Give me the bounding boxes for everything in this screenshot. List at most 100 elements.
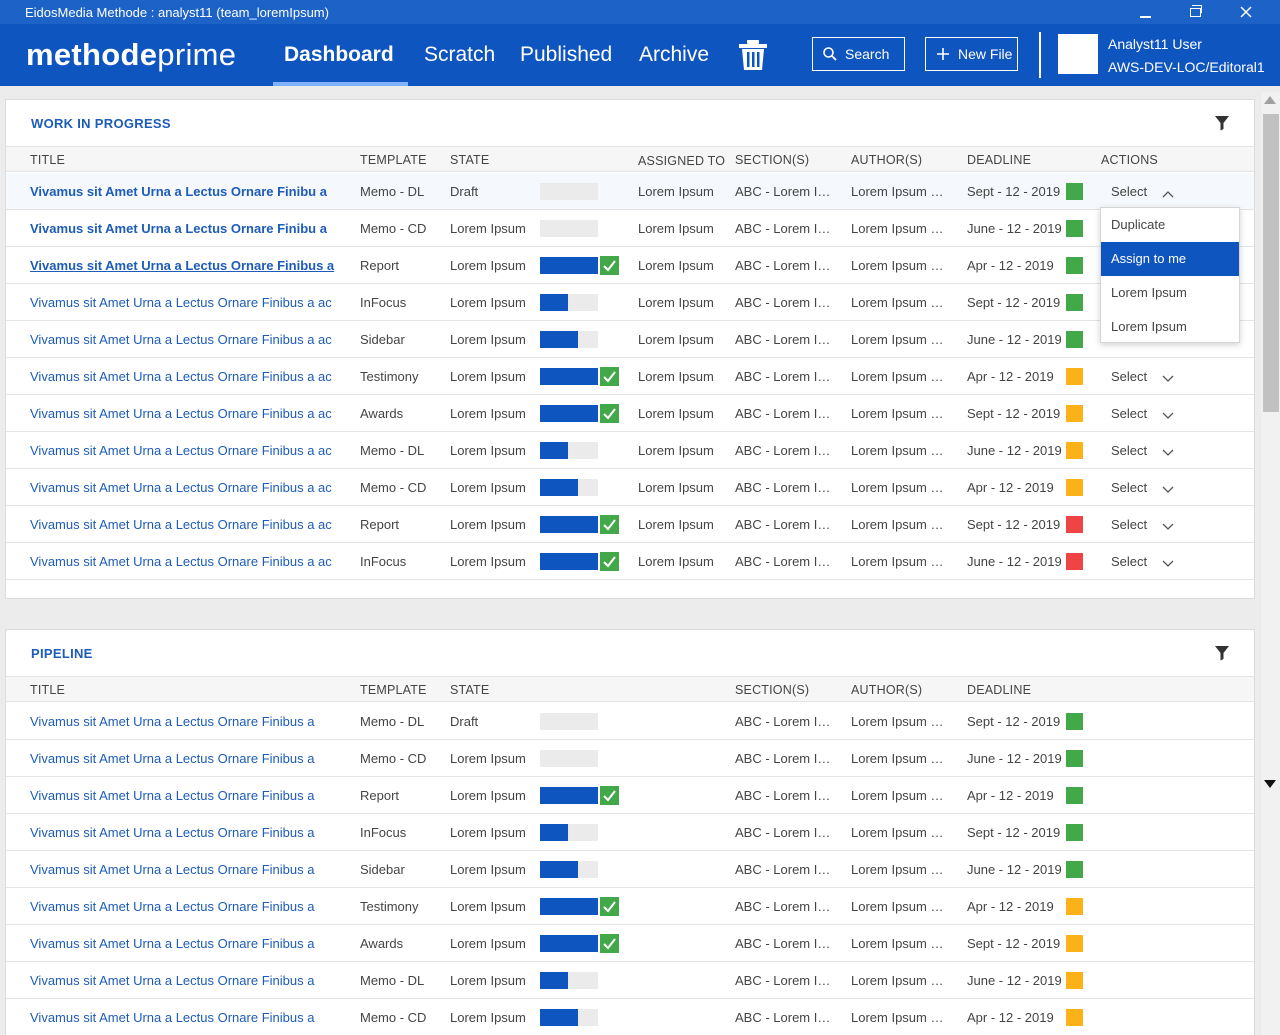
column-deadline[interactable]: DEADLINE xyxy=(967,153,1031,167)
row-template: Memo - CD xyxy=(360,480,427,495)
table-row[interactable]: Vivamus sit Amet Urna a Lectus Ornare Fi… xyxy=(6,703,1254,740)
table-row[interactable]: Vivamus sit Amet Urna a Lectus Ornare Fi… xyxy=(6,851,1254,888)
table-row[interactable]: Vivamus sit Amet Urna a Lectus Ornare Fi… xyxy=(6,543,1254,580)
row-title-link[interactable]: Vivamus sit Amet Urna a Lectus Ornare Fi… xyxy=(30,184,342,199)
row-deadline: Sept - 12 - 2019 xyxy=(967,517,1061,532)
table-row[interactable]: Vivamus sit Amet Urna a Lectus Ornare Fi… xyxy=(6,432,1254,469)
close-icon[interactable] xyxy=(1231,0,1261,24)
table-row[interactable]: Vivamus sit Amet Urna a Lectus Ornare Fi… xyxy=(6,173,1254,210)
column-assigned-to[interactable]: ASSIGNED TO xyxy=(638,154,725,168)
row-title-link[interactable]: Vivamus sit Amet Urna a Lectus Ornare Fi… xyxy=(30,332,342,347)
nav-published[interactable]: Published xyxy=(520,24,612,86)
actions-select[interactable]: Select xyxy=(1111,369,1147,384)
table-row[interactable]: Vivamus sit Amet Urna a Lectus Ornare Fi… xyxy=(6,888,1254,925)
chevron-up-icon[interactable] xyxy=(1162,186,1174,198)
table-row[interactable]: Vivamus sit Amet Urna a Lectus Ornare Fi… xyxy=(6,777,1254,814)
row-title-link[interactable]: Vivamus sit Amet Urna a Lectus Ornare Fi… xyxy=(30,788,342,803)
chevron-down-icon[interactable] xyxy=(1162,408,1174,419)
table-row[interactable]: Vivamus sit Amet Urna a Lectus Ornare Fi… xyxy=(6,925,1254,962)
column-title[interactable]: TITLE xyxy=(30,153,65,167)
dropdown-menu-item[interactable]: Duplicate xyxy=(1101,208,1239,242)
column-authors[interactable]: AUTHOR(S) xyxy=(851,683,922,697)
avatar[interactable] xyxy=(1058,34,1098,74)
table-row[interactable]: Vivamus sit Amet Urna a Lectus Ornare Fi… xyxy=(6,247,1254,284)
chevron-down-icon[interactable] xyxy=(1162,519,1174,530)
row-title-link[interactable]: Vivamus sit Amet Urna a Lectus Ornare Fi… xyxy=(30,1010,342,1025)
actions-select[interactable]: Select xyxy=(1111,443,1147,458)
restore-icon[interactable] xyxy=(1180,0,1210,24)
table-row[interactable]: Vivamus sit Amet Urna a Lectus Ornare Fi… xyxy=(6,740,1254,777)
chevron-down-icon[interactable] xyxy=(1162,371,1174,382)
row-title-link[interactable]: Vivamus sit Amet Urna a Lectus Ornare Fi… xyxy=(30,973,342,988)
methode-prime-logo[interactable]: methodeprime xyxy=(26,37,236,73)
table-row[interactable]: Vivamus sit Amet Urna a Lectus Ornare Fi… xyxy=(6,358,1254,395)
row-title-link[interactable]: Vivamus sit Amet Urna a Lectus Ornare Fi… xyxy=(30,258,342,273)
progress-bar-fill xyxy=(540,972,568,989)
column-authors[interactable]: AUTHOR(S) xyxy=(851,153,922,167)
table-row[interactable]: Vivamus sit Amet Urna a Lectus Ornare Fi… xyxy=(6,962,1254,999)
scrollbar-thumb[interactable] xyxy=(1263,114,1279,412)
row-title-link[interactable]: Vivamus sit Amet Urna a Lectus Ornare Fi… xyxy=(30,751,342,766)
dropdown-menu-item[interactable]: Lorem Ipsum xyxy=(1101,276,1239,310)
chevron-down-icon[interactable] xyxy=(1162,445,1174,456)
row-title-link[interactable]: Vivamus sit Amet Urna a Lectus Ornare Fi… xyxy=(30,443,342,458)
row-title-link[interactable]: Vivamus sit Amet Urna a Lectus Ornare Fi… xyxy=(30,714,342,729)
table-row[interactable]: Vivamus sit Amet Urna a Lectus Ornare Fi… xyxy=(6,506,1254,543)
row-title-link[interactable]: Vivamus sit Amet Urna a Lectus Ornare Fi… xyxy=(30,406,342,421)
column-deadline[interactable]: DEADLINE xyxy=(967,683,1031,697)
nav-scratch[interactable]: Scratch xyxy=(424,24,495,86)
row-title-link[interactable]: Vivamus sit Amet Urna a Lectus Ornare Fi… xyxy=(30,554,342,569)
actions-select[interactable]: Select xyxy=(1111,517,1147,532)
column-template[interactable]: TEMPLATE xyxy=(360,153,427,167)
table-row[interactable]: Vivamus sit Amet Urna a Lectus Ornare Fi… xyxy=(6,469,1254,506)
actions-select[interactable]: Select xyxy=(1111,480,1147,495)
dropdown-menu-item[interactable]: Assign to me xyxy=(1101,242,1239,276)
row-title-link[interactable]: Vivamus sit Amet Urna a Lectus Ornare Fi… xyxy=(30,517,342,532)
row-title-link[interactable]: Vivamus sit Amet Urna a Lectus Ornare Fi… xyxy=(30,899,342,914)
row-title-link[interactable]: Vivamus sit Amet Urna a Lectus Ornare Fi… xyxy=(30,369,342,384)
scroll-up-icon[interactable] xyxy=(1264,96,1276,104)
nav-archive[interactable]: Archive xyxy=(639,24,709,86)
actions-select[interactable]: Select xyxy=(1111,184,1147,199)
status-indicator xyxy=(1066,405,1083,422)
table-row[interactable]: Vivamus sit Amet Urna a Lectus Ornare Fi… xyxy=(6,814,1254,851)
row-template: Testimony xyxy=(360,899,419,914)
row-title-link[interactable]: Vivamus sit Amet Urna a Lectus Ornare Fi… xyxy=(30,221,342,236)
scroll-down-icon[interactable] xyxy=(1264,780,1276,788)
table-row[interactable]: Vivamus sit Amet Urna a Lectus Ornare Fi… xyxy=(6,210,1254,247)
status-indicator xyxy=(1066,750,1083,767)
chevron-down-icon[interactable] xyxy=(1162,556,1174,567)
row-title-link[interactable]: Vivamus sit Amet Urna a Lectus Ornare Fi… xyxy=(30,480,342,495)
column-sections[interactable]: SECTION(S) xyxy=(735,153,809,167)
column-template[interactable]: TEMPLATE xyxy=(360,683,427,697)
table-row[interactable]: Vivamus sit Amet Urna a Lectus Ornare Fi… xyxy=(6,321,1254,358)
table-row[interactable]: Vivamus sit Amet Urna a Lectus Ornare Fi… xyxy=(6,395,1254,432)
filter-icon[interactable] xyxy=(1214,115,1230,131)
row-title-link[interactable]: Vivamus sit Amet Urna a Lectus Ornare Fi… xyxy=(30,825,342,840)
column-state[interactable]: STATE xyxy=(450,153,489,167)
dropdown-menu-item[interactable]: Lorem Ipsum xyxy=(1101,310,1239,344)
table-row[interactable]: Vivamus sit Amet Urna a Lectus Ornare Fi… xyxy=(6,284,1254,321)
trash-icon[interactable] xyxy=(738,39,768,71)
row-title-link[interactable]: Vivamus sit Amet Urna a Lectus Ornare Fi… xyxy=(30,295,342,310)
minimize-icon[interactable] xyxy=(1130,0,1160,24)
column-title[interactable]: TITLE xyxy=(30,683,65,697)
row-deadline: June - 12 - 2019 xyxy=(967,221,1062,236)
actions-select[interactable]: Select xyxy=(1111,554,1147,569)
table-row[interactable]: Vivamus sit Amet Urna a Lectus Ornare Fi… xyxy=(6,999,1254,1035)
row-template: InFocus xyxy=(360,554,407,569)
new-file-button[interactable]: New File xyxy=(925,37,1018,71)
filter-icon[interactable] xyxy=(1214,645,1230,661)
row-title-link[interactable]: Vivamus sit Amet Urna a Lectus Ornare Fi… xyxy=(30,936,342,951)
actions-select[interactable]: Select xyxy=(1111,406,1147,421)
row-state: Lorem Ipsum xyxy=(450,369,526,384)
nav-dashboard[interactable]: Dashboard xyxy=(273,24,408,86)
vertical-scrollbar[interactable] xyxy=(1261,92,1280,1035)
column-state[interactable]: STATE xyxy=(450,683,489,697)
chevron-down-icon[interactable] xyxy=(1162,482,1174,493)
column-sections[interactable]: SECTION(S) xyxy=(735,683,809,697)
search-button[interactable]: Search xyxy=(812,37,905,71)
row-title-link[interactable]: Vivamus sit Amet Urna a Lectus Ornare Fi… xyxy=(30,862,342,877)
row-state: Lorem Ipsum xyxy=(450,443,526,458)
row-template: Awards xyxy=(360,406,404,421)
